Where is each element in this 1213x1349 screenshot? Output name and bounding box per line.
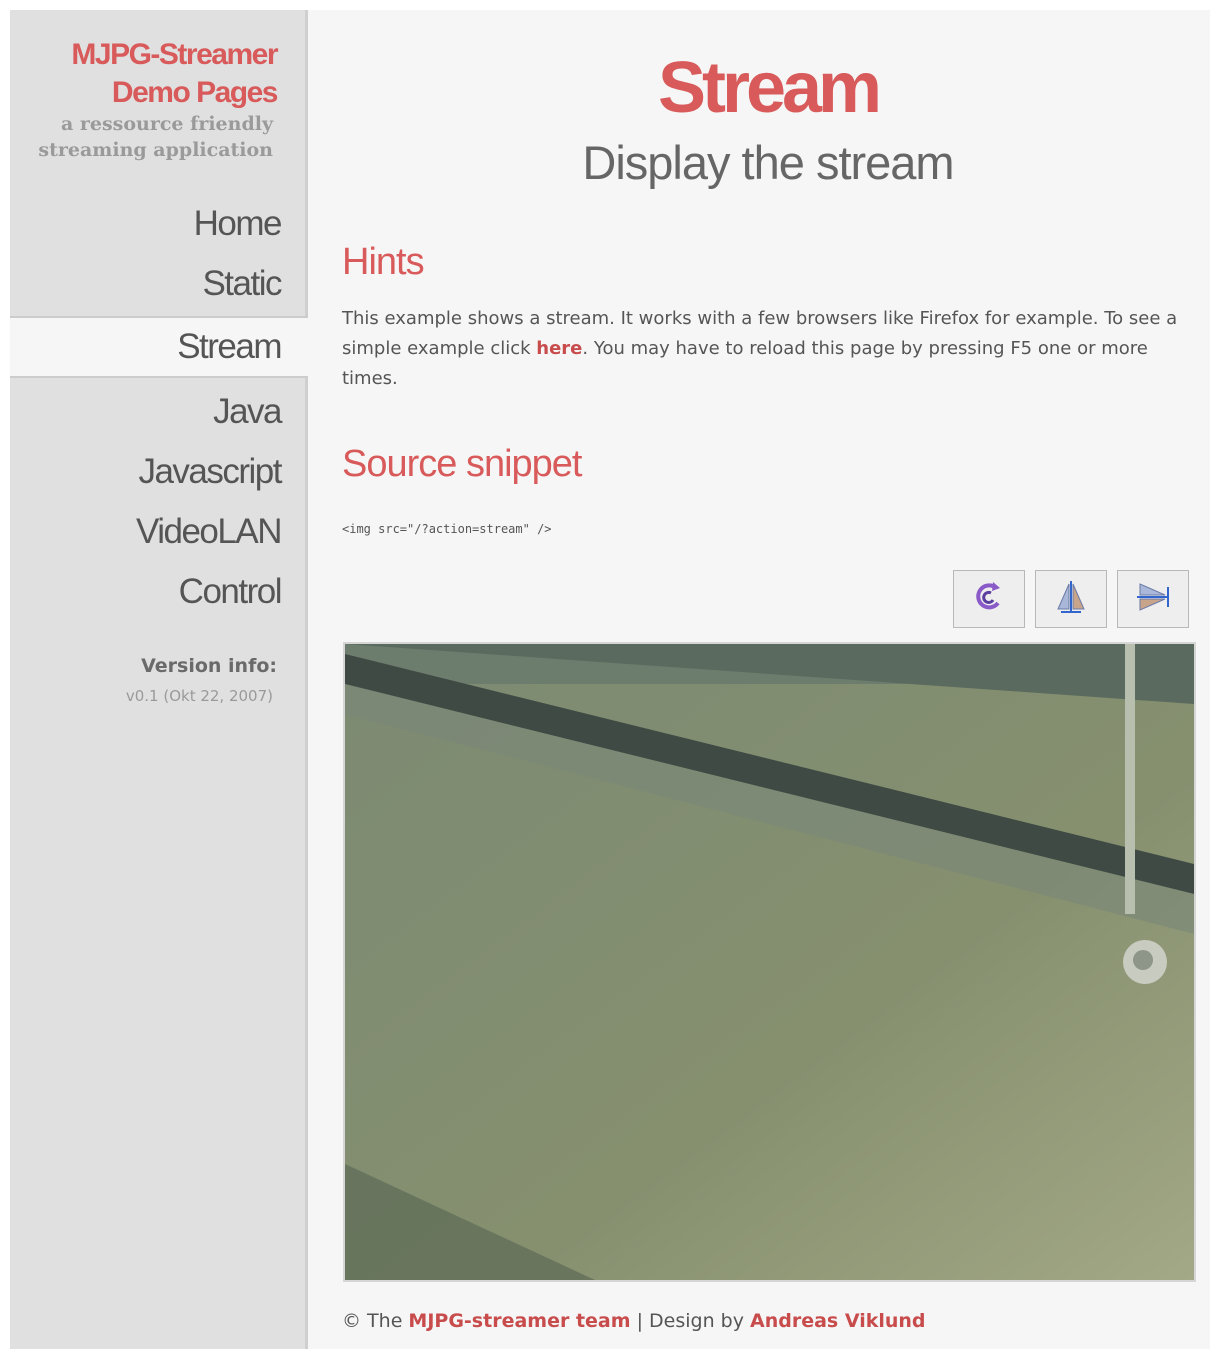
main-content: Stream Display the stream Hints This exa…: [308, 10, 1210, 1349]
nav-item-stream[interactable]: Stream: [10, 316, 308, 378]
page-subtitle: Display the stream: [582, 136, 954, 189]
nav-item-control[interactable]: Control: [10, 563, 308, 621]
rotate-icon: [971, 579, 1007, 619]
nav-item-static[interactable]: Static: [10, 255, 308, 313]
rotate-button[interactable]: [953, 570, 1025, 628]
footer-prefix: © The: [342, 1310, 409, 1332]
flip-horizontal-button[interactable]: [1117, 570, 1189, 628]
hints-here-link[interactable]: here: [536, 338, 582, 359]
version-info-value: v0.1 (Okt 22, 2007): [125, 687, 273, 705]
nav-item-javascript[interactable]: Javascript: [10, 443, 308, 501]
version-info-title: Version info:: [141, 655, 277, 677]
site-title-line1: MJPG-Streamer: [71, 38, 278, 71]
nav-item-home[interactable]: Home: [10, 195, 308, 253]
nav-item-videolan[interactable]: VideoLAN: [10, 503, 308, 561]
site-subtitle-line2: streaming application: [38, 139, 273, 161]
footer-mid: | Design by: [630, 1310, 750, 1332]
site-subtitle-line1: a ressource friendly: [60, 113, 273, 135]
page-title: Stream: [657, 48, 882, 128]
source-code: <img src="/?action=stream" />: [342, 522, 552, 536]
video-stream: [343, 642, 1196, 1282]
hints-heading: Hints: [342, 241, 425, 283]
flip-vertical-icon: [1053, 579, 1089, 619]
hints-paragraph: This example shows a stream. It works wi…: [342, 304, 1192, 394]
site-title-line2: Demo Pages: [111, 76, 279, 109]
flip-vertical-button[interactable]: [1035, 570, 1107, 628]
footer-designer-link[interactable]: Andreas Viklund: [750, 1310, 926, 1332]
sidebar: MJPG-Streamer Demo Pages a ressource fri…: [10, 10, 308, 1349]
footer: © The MJPG-streamer team | Design by And…: [342, 1310, 926, 1332]
source-snippet-heading: Source snippet: [342, 443, 582, 485]
flip-horizontal-icon: [1135, 579, 1171, 619]
nav-item-java[interactable]: Java: [10, 383, 308, 441]
footer-team-link[interactable]: MJPG-streamer team: [408, 1310, 630, 1332]
